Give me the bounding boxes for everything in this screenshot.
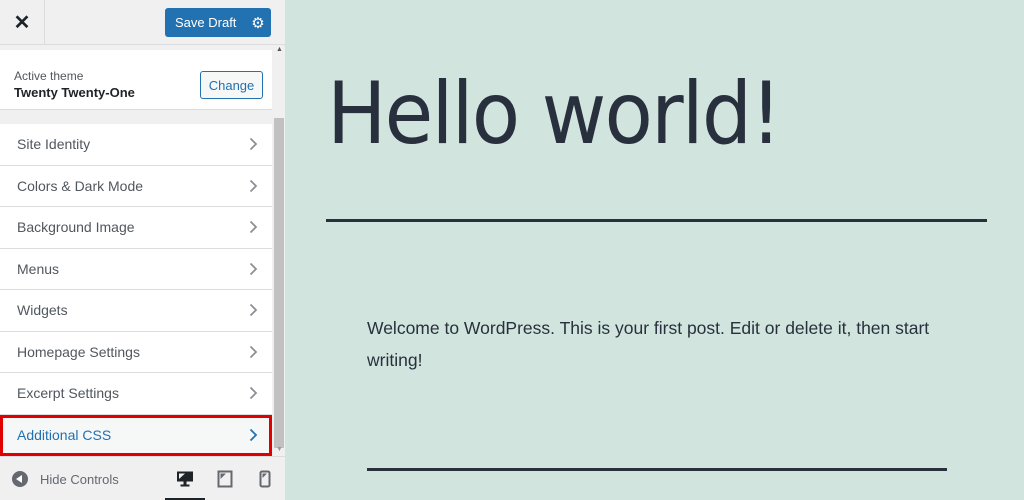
- menu-item-additional-css[interactable]: Additional CSS: [0, 414, 272, 456]
- active-theme-section: Active theme Twenty Twenty-One Change: [0, 50, 272, 110]
- close-x-icon: ✕: [13, 12, 31, 34]
- chevron-right-icon: [249, 345, 258, 359]
- preview-desktop-button[interactable]: [173, 469, 197, 489]
- menu-item-label: Additional CSS: [17, 427, 112, 444]
- collapse-arrow-icon: [12, 471, 28, 487]
- menu-item-background-image[interactable]: Background Image: [0, 207, 272, 249]
- customizer-menu: Site Identity Colors & Dark Mode Backgroun…: [0, 124, 272, 456]
- title-divider: [326, 219, 987, 222]
- active-theme-name: Twenty Twenty-One: [14, 85, 135, 100]
- gear-icon[interactable]: ⚙: [245, 14, 271, 32]
- scroll-down-arrow-icon[interactable]: ▼: [276, 446, 283, 453]
- save-draft-button[interactable]: Save Draft: [165, 15, 245, 30]
- sidebar-scrollbar[interactable]: ▲ ▼: [273, 46, 285, 456]
- customizer-header: ✕ Save Draft ⚙: [0, 0, 285, 45]
- menu-item-widgets[interactable]: Widgets: [0, 290, 272, 332]
- content-divider: [367, 468, 947, 471]
- menu-item-menus[interactable]: Menus: [0, 248, 272, 290]
- change-theme-button[interactable]: Change: [200, 71, 263, 99]
- close-button[interactable]: ✕: [0, 0, 45, 45]
- menu-item-excerpt-settings[interactable]: Excerpt Settings: [0, 373, 272, 415]
- menu-item-label: Excerpt Settings: [17, 385, 119, 402]
- chevron-right-icon: [249, 220, 258, 234]
- post-title[interactable]: Hello world!: [327, 64, 782, 164]
- menu-item-label: Homepage Settings: [17, 343, 140, 360]
- customizer-sidebar: ✕ Save Draft ⚙ Active theme Twenty Twent…: [0, 0, 285, 500]
- desktop-icon: [177, 471, 193, 487]
- chevron-right-icon: [249, 262, 258, 276]
- chevron-right-icon: [249, 303, 258, 317]
- site-preview: Hello world! Welcome to WordPress. This …: [286, 0, 1024, 500]
- scrollbar-thumb[interactable]: [274, 118, 284, 448]
- menu-item-homepage-settings[interactable]: Homepage Settings: [0, 331, 272, 373]
- chevron-right-icon: [249, 428, 258, 442]
- menu-item-site-identity[interactable]: Site Identity: [0, 124, 272, 166]
- chevron-right-icon: [249, 179, 258, 193]
- tablet-icon: [217, 470, 233, 488]
- mobile-icon: [259, 470, 271, 488]
- menu-item-label: Background Image: [17, 219, 135, 236]
- preview-mobile-button[interactable]: [253, 469, 277, 489]
- menu-item-label: Menus: [17, 260, 60, 277]
- menu-item-label: Colors & Dark Mode: [17, 177, 144, 194]
- hide-controls-label: Hide Controls: [40, 471, 119, 487]
- active-theme-label: Active theme: [14, 69, 84, 83]
- chevron-right-icon: [249, 386, 258, 400]
- menu-item-label: Widgets: [17, 302, 68, 319]
- menu-item-colors-dark-mode[interactable]: Colors & Dark Mode: [0, 165, 272, 207]
- chevron-right-icon: [249, 137, 258, 151]
- preview-tablet-button[interactable]: [213, 469, 237, 489]
- scroll-up-arrow-icon[interactable]: ▲: [276, 46, 283, 53]
- customizer-panel: Active theme Twenty Twenty-One Change Si…: [0, 46, 285, 456]
- save-draft-group: Save Draft ⚙: [165, 8, 271, 37]
- customizer-footer: Hide Controls: [0, 456, 285, 500]
- menu-item-label: Site Identity: [17, 136, 91, 153]
- hide-controls-button[interactable]: Hide Controls: [12, 471, 119, 487]
- post-content: Welcome to WordPress. This is your first…: [367, 318, 930, 370]
